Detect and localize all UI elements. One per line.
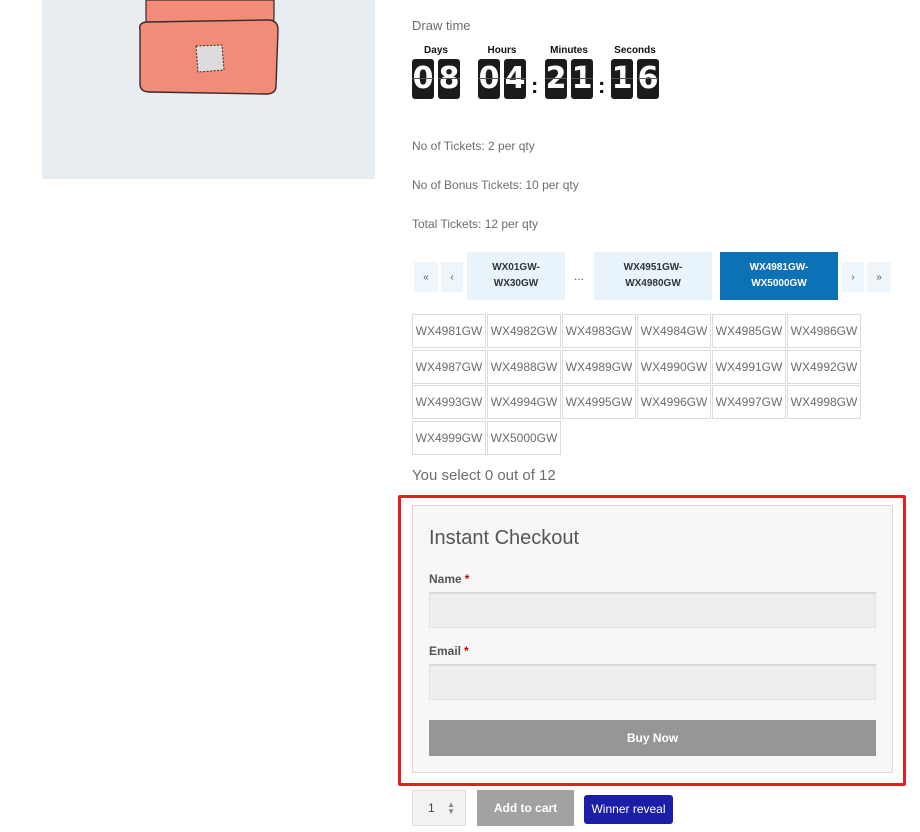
ticket-number-button[interactable]: WX5000GW: [487, 420, 561, 455]
ticket-number-button[interactable]: WX4993GW: [412, 385, 486, 419]
countdown-seconds: Seconds 1 6: [611, 45, 659, 99]
add-to-cart-button[interactable]: Add to cart: [477, 790, 574, 826]
page-first-button[interactable]: «: [414, 262, 438, 292]
page-range-line: WX30GW: [493, 278, 539, 289]
ticket-number-button[interactable]: WX4982GW: [487, 314, 561, 348]
stepper-down-icon[interactable]: ▼: [447, 807, 455, 816]
page-next-button[interactable]: ›: [842, 262, 864, 292]
countdown-days: Days 0 8: [412, 45, 460, 99]
countdown-days-label: Days: [424, 45, 448, 56]
name-label-text: Name: [429, 572, 462, 586]
countdown-digit: 1: [571, 59, 593, 99]
name-field-label: Name *: [429, 572, 469, 586]
bonus-tickets-text: No of Bonus Tickets: 10 per qty: [412, 178, 579, 192]
ticket-number-button[interactable]: WX4984GW: [637, 314, 711, 348]
ticket-number-button[interactable]: WX4998GW: [787, 385, 861, 419]
page-ellipsis: ...: [573, 269, 584, 283]
ticket-number-button[interactable]: WX4996GW: [637, 385, 711, 419]
email-input[interactable]: [429, 664, 876, 700]
page-range-button[interactable]: WX4951GW- WX4980GW: [594, 252, 712, 300]
page-range-line: WX4951GW-: [623, 262, 683, 273]
page-range-line: WX4981GW-: [749, 262, 809, 273]
ticket-number-button[interactable]: WX4991GW: [712, 349, 786, 384]
page-prev-button[interactable]: ‹: [441, 262, 463, 292]
buy-now-button[interactable]: Buy Now: [429, 720, 876, 756]
countdown-digit: 4: [504, 59, 526, 99]
ticket-number-button[interactable]: WX4989GW: [562, 349, 636, 384]
winner-reveal-button[interactable]: Winner reveal: [584, 795, 673, 824]
ticket-number-button[interactable]: WX4986GW: [787, 314, 861, 348]
required-mark: *: [464, 572, 470, 586]
page-range-line: WX5000GW: [751, 278, 807, 289]
required-mark: *: [464, 644, 469, 658]
no-of-tickets-text: No of Tickets: 2 per qty: [412, 139, 535, 153]
countdown-digit: 0: [478, 59, 500, 99]
countdown-separator: :: [531, 73, 539, 98]
countdown-digit: 2: [545, 59, 567, 99]
ticket-number-button[interactable]: WX4997GW: [712, 385, 786, 419]
countdown-minutes: Minutes 2 1: [545, 45, 593, 99]
ticket-number-button[interactable]: WX4987GW: [412, 349, 486, 384]
ticket-number-button[interactable]: WX4990GW: [637, 349, 711, 384]
ticket-number-button[interactable]: WX4999GW: [412, 420, 486, 455]
ticket-number-button[interactable]: WX4992GW: [787, 349, 861, 384]
countdown-digit: 0: [412, 59, 434, 99]
countdown-minutes-label: Minutes: [550, 45, 588, 56]
ticket-number-button[interactable]: WX4985GW: [712, 314, 786, 348]
countdown-digit: 1: [611, 59, 633, 99]
ticket-number-button[interactable]: WX4995GW: [562, 385, 636, 419]
countdown-hours: Hours 0 4: [478, 45, 526, 99]
quantity-stepper[interactable]: 1 ▲ ▼: [412, 790, 466, 826]
page-range-button-active[interactable]: WX4981GW- WX5000GW: [720, 252, 838, 300]
email-field-label: Email *: [429, 644, 469, 658]
total-tickets-text: Total Tickets: 12 per qty: [412, 217, 539, 231]
beanie-hat-illustration: [138, 0, 279, 95]
page-range-line: WX01GW-: [492, 262, 540, 273]
stepper-arrows-icon[interactable]: ▲ ▼: [447, 801, 455, 816]
page-last-button[interactable]: »: [867, 262, 891, 292]
email-label-text: Email: [429, 644, 462, 658]
ticket-number-button[interactable]: WX4981GW: [412, 314, 486, 348]
instant-checkout-title: Instant Checkout: [429, 527, 580, 549]
product-image: [42, 0, 375, 179]
countdown-digit: 8: [438, 59, 460, 99]
name-input[interactable]: [429, 592, 876, 628]
ticket-number-button[interactable]: WX4994GW: [487, 385, 561, 419]
ticket-number-button[interactable]: WX4988GW: [487, 349, 561, 384]
selection-count-text: You select 0 out of 12: [412, 467, 556, 484]
page-range-line: WX4980GW: [625, 278, 681, 289]
countdown-separator: :: [598, 73, 606, 98]
quantity-value: 1: [428, 801, 435, 815]
draw-time-label: Draw time: [412, 18, 471, 33]
countdown-digit: 6: [637, 59, 659, 99]
countdown-seconds-label: Seconds: [614, 45, 656, 56]
ticket-number-button[interactable]: WX4983GW: [562, 314, 636, 348]
page-range-button[interactable]: WX01GW- WX30GW: [467, 252, 565, 300]
countdown-hours-label: Hours: [487, 45, 517, 56]
